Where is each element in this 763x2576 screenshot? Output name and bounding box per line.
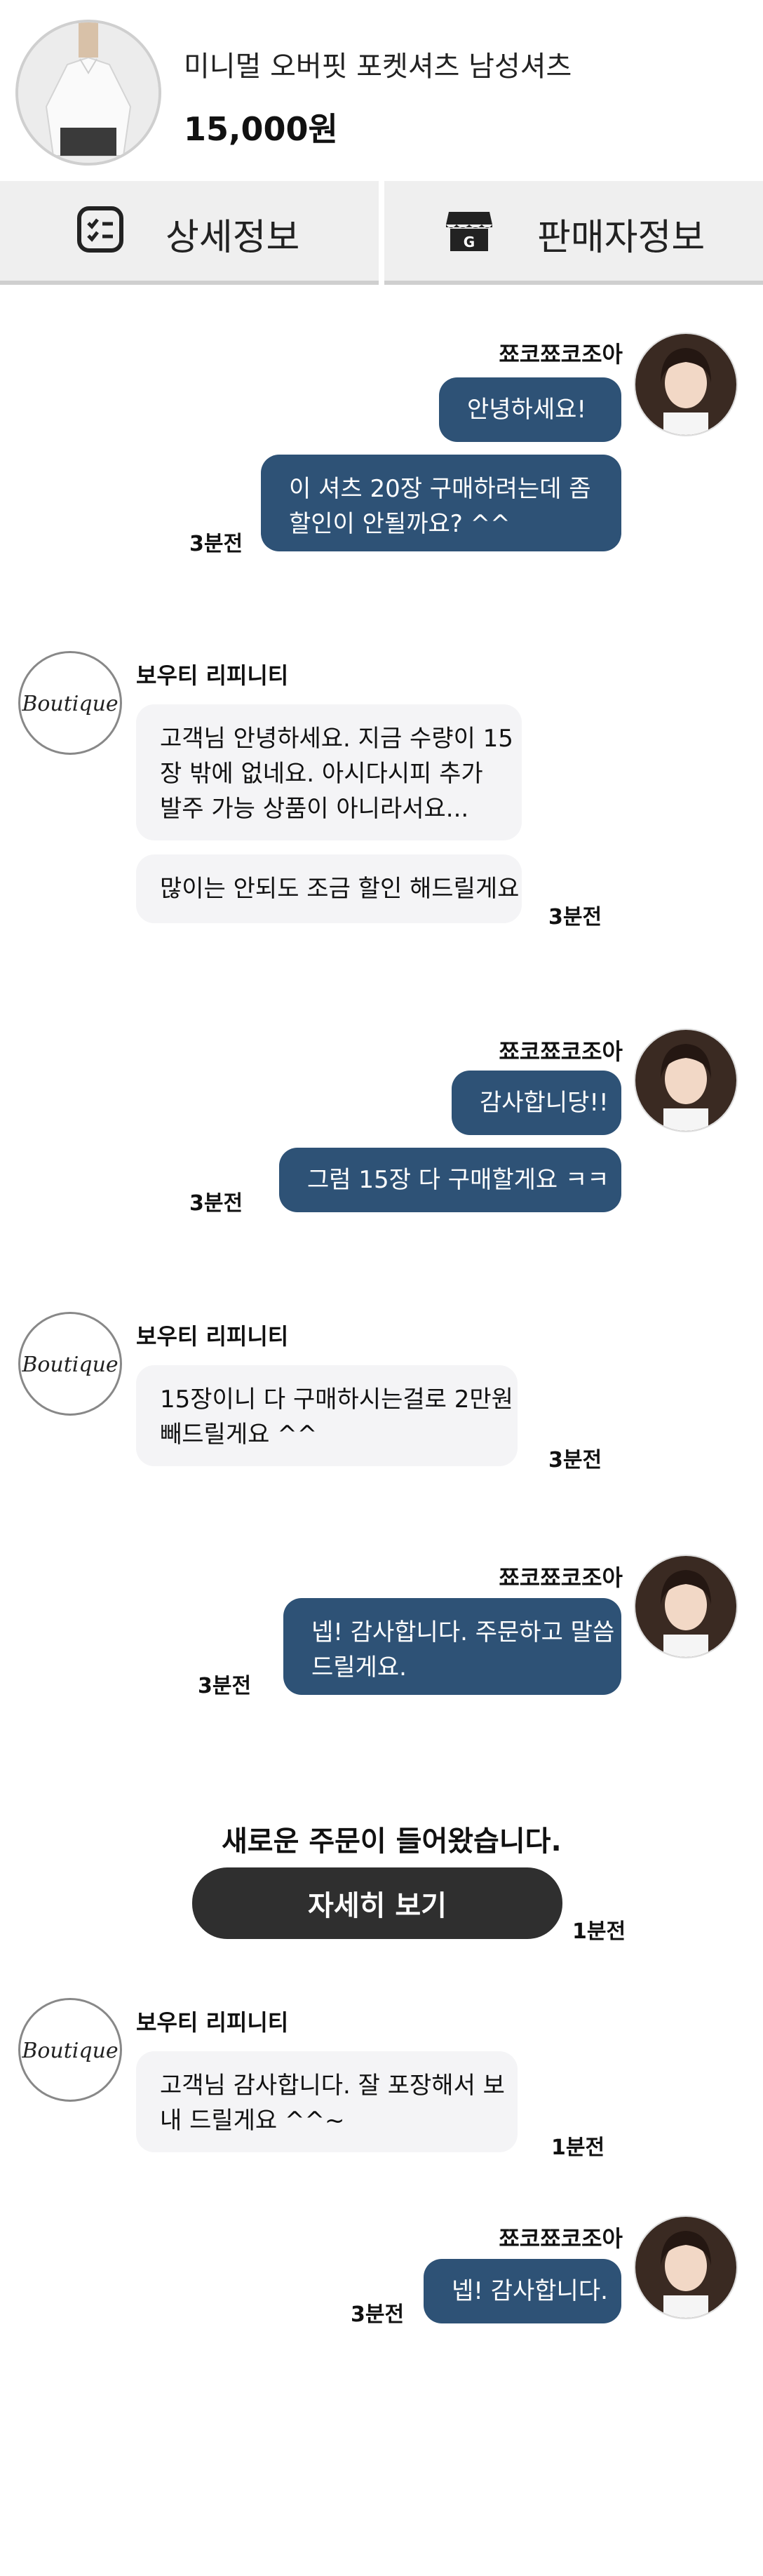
message-line: 많이는 안되도 조금 할인 해드릴게요 — [160, 875, 520, 903]
boutique-logo: Boutique — [21, 692, 118, 716]
message-line: 안녕하세요! — [467, 396, 587, 424]
buyer-avatar[interactable] — [634, 1028, 738, 1132]
message-bubble: 넵! 감사합니다. — [424, 2259, 621, 2323]
buyer-avatar[interactable] — [634, 2215, 738, 2319]
svg-text:Boutique: Boutique — [21, 692, 118, 716]
seller-avatar[interactable]: Boutique — [18, 1998, 122, 2102]
message-line: 넵! 감사합니다. — [452, 2277, 608, 2305]
buyer-photo — [635, 334, 736, 435]
store-icon: G — [446, 212, 492, 251]
svg-text:Boutique: Boutique — [21, 1353, 118, 1377]
message-bubble: 그럼 15장 다 구매할게요 ㅋㅋ — [279, 1148, 621, 1212]
seller-name: 보우티 리피니티 — [136, 1323, 289, 1350]
message-bubble: 고객님 안녕하세요. 지금 수량이 15 장 밖에 없네요. 아시다시피 추가 … — [136, 704, 522, 840]
tab-seller-label: 판매자정보 — [537, 217, 705, 259]
checklist-icon — [77, 206, 123, 253]
message-time: 3분전 — [548, 905, 602, 930]
product-price: 15,000원 — [184, 110, 338, 148]
message-time: 1분전 — [551, 2135, 605, 2160]
buyer-name: 쬬코쬬코조아 — [499, 1564, 623, 1591]
message-line: 내 드릴게요 ^^~ — [160, 2107, 345, 2135]
buyer-name: 쬬코쬬코조아 — [499, 341, 623, 368]
tab-detail-label: 상세정보 — [166, 217, 300, 259]
buyer-photo — [635, 1030, 736, 1131]
message-line: 감사합니당!! — [480, 1089, 609, 1117]
tab-detail-info[interactable]: 상세정보 — [0, 181, 379, 285]
product-thumbnail[interactable] — [15, 20, 161, 166]
boutique-logo: Boutique — [21, 1353, 118, 1377]
message-line: 장 밖에 없네요. 아시다시피 추가 — [160, 760, 483, 788]
shirt-photo — [18, 22, 158, 163]
svg-text:Boutique: Boutique — [21, 2039, 118, 2063]
buyer-name: 쬬코쬬코조아 — [499, 2225, 623, 2252]
buyer-name: 쬬코쬬코조아 — [499, 1038, 623, 1065]
seller-avatar[interactable]: Boutique — [18, 1312, 122, 1416]
seller-name: 보우티 리피니티 — [136, 662, 289, 689]
message-time: 3분전 — [351, 2302, 405, 2327]
message-line: 할인이 안될까요? ^^ — [289, 510, 511, 538]
boutique-logo: Boutique — [21, 2039, 118, 2063]
message-time: 3분전 — [189, 1191, 243, 1216]
message-line: 그럼 15장 다 구매할게요 ㅋㅋ — [307, 1166, 609, 1194]
message-bubble: 감사합니당!! — [452, 1071, 621, 1135]
message-line: 고객님 감사합니다. 잘 포장해서 보 — [160, 2072, 505, 2100]
message-line: 15장이니 다 구매하시는걸로 2만원 — [160, 1386, 513, 1414]
message-line: 발주 가능 상품이 아니라서요... — [160, 795, 469, 823]
seller-name: 보우티 리피니티 — [136, 2009, 289, 2036]
view-details-label: 자세히 보기 — [308, 1890, 447, 1922]
message-bubble: 많이는 안되도 조금 할인 해드릴게요 — [136, 854, 522, 923]
message-line: 넵! 감사합니다. 주문하고 말씀 — [311, 1618, 615, 1646]
buyer-photo — [635, 1556, 736, 1657]
message-line: 드릴게요. — [311, 1653, 407, 1682]
message-bubble: 이 셔츠 20장 구매하려는데 좀 할인이 안될까요? ^^ — [261, 455, 621, 551]
message-bubble: 15장이니 다 구매하시는걸로 2만원 빼드릴게요 ^^ — [136, 1365, 518, 1466]
buyer-photo — [635, 2217, 736, 2318]
message-line: 빼드릴게요 ^^ — [160, 1421, 318, 1449]
view-details-button[interactable]: 자세히 보기 — [192, 1867, 562, 1939]
tab-seller-info[interactable]: G 판매자정보 — [384, 181, 763, 285]
notice-time: 1분전 — [572, 1919, 626, 1944]
buyer-avatar[interactable] — [634, 1555, 738, 1658]
message-line: 고객님 안녕하세요. 지금 수량이 15 — [160, 725, 513, 753]
seller-avatar[interactable]: Boutique — [18, 651, 122, 755]
message-time: 3분전 — [198, 1674, 252, 1698]
buyer-avatar[interactable] — [634, 333, 738, 436]
svg-text:G: G — [464, 234, 475, 250]
order-notice-text: 새로운 주문이 들어왔습니다. — [222, 1825, 562, 1858]
message-line: 이 셔츠 20장 구매하려는데 좀 — [289, 475, 591, 503]
message-bubble: 고객님 감사합니다. 잘 포장해서 보 내 드릴게요 ^^~ — [136, 2051, 518, 2152]
message-time: 3분전 — [189, 532, 243, 556]
message-bubble: 넵! 감사합니다. 주문하고 말씀 드릴게요. — [283, 1598, 621, 1695]
product-name: 미니멀 오버핏 포켓셔츠 남성셔츠 — [184, 51, 572, 83]
message-bubble: 안녕하세요! — [439, 377, 621, 442]
message-time: 3분전 — [548, 1448, 602, 1473]
